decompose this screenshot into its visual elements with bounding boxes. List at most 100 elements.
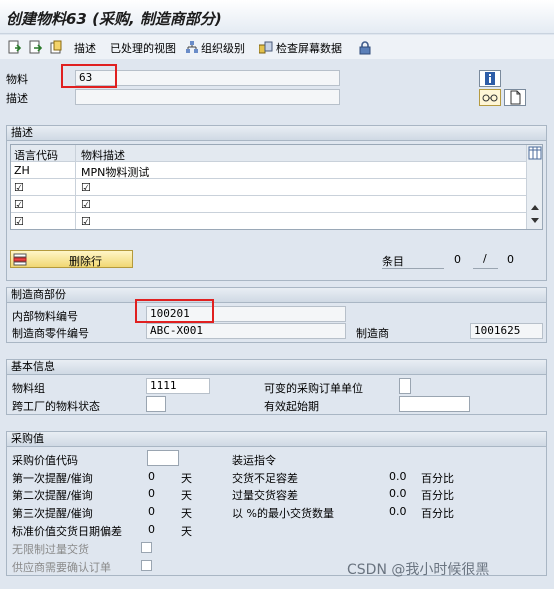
row-language[interactable]: ☑ — [14, 181, 24, 194]
column-header-language[interactable]: 语言代码 — [14, 147, 58, 163]
additional-data-icon[interactable] — [49, 39, 66, 56]
std-deviation-value[interactable]: 0 — [148, 523, 155, 536]
glasses-button[interactable] — [479, 89, 501, 106]
check-data-icon — [259, 41, 273, 54]
material-group-label: 物料组 — [12, 382, 45, 395]
manufacturer-label: 制造商 — [356, 327, 389, 340]
overdelivery-value[interactable]: 0.0 — [389, 487, 407, 500]
reminder2-unit: 天 — [181, 489, 192, 502]
unlimited-overdelivery-label: 无限制过量交货 — [12, 543, 89, 556]
row-description[interactable]: ☑ — [81, 198, 91, 211]
reminder3-value[interactable]: 0 — [148, 505, 155, 518]
underdelivery-unit: 百分比 — [421, 472, 454, 485]
variable-po-unit-label: 可变的采购订单单位 — [264, 382, 363, 395]
ack-required-label: 供应商需要确认订单 — [12, 561, 111, 574]
overdelivery-unit: 百分比 — [421, 489, 454, 502]
description-group: 描述 语言代码 物料描述 ZH MPN物料测试 ☑ ☑ ☑ ☑ ☑ ☑ 删除行 … — [6, 125, 547, 281]
table-row[interactable]: ZH MPN物料测试 — [11, 162, 526, 179]
entry-total: 0 — [507, 253, 514, 266]
org-levels-icon — [186, 41, 198, 53]
scroll-up-icon[interactable] — [530, 203, 540, 211]
reminder2-value[interactable]: 0 — [148, 487, 155, 500]
watermark: CSDN @我小时候很黑 — [347, 562, 490, 578]
description-group-title: 描述 — [7, 126, 546, 141]
internal-material-no-label: 内部物料编号 — [12, 310, 78, 323]
reminder1-unit: 天 — [181, 472, 192, 485]
lock-icon[interactable] — [359, 39, 374, 56]
document-button[interactable] — [504, 89, 526, 106]
std-deviation-label: 标准价值交货日期偏差 — [12, 525, 122, 538]
title-bar: 创建物料63 (采购, 制造商部分) — [0, 0, 554, 34]
check-screen-data-button[interactable]: 检查屏幕数据 — [259, 39, 342, 56]
row-description[interactable]: ☑ — [81, 215, 91, 228]
basic-info-group: 基本信息 物料组 1111 可变的采购订单单位 跨工厂的物料状态 有效起始期 — [6, 359, 547, 415]
cross-plant-status-field[interactable] — [146, 396, 166, 412]
entries-underline — [382, 268, 444, 269]
description-label: 描述 — [6, 92, 28, 105]
reminder1-value[interactable]: 0 — [148, 470, 155, 483]
processed-views-button[interactable]: 已处理的视图 — [110, 39, 176, 56]
table-row[interactable]: ☑ ☑ — [11, 196, 526, 213]
entry-separator: / — [483, 252, 487, 265]
underdelivery-value[interactable]: 0.0 — [389, 470, 407, 483]
entry-separator-line — [473, 268, 498, 269]
table-header-row: 语言代码 物料描述 — [11, 145, 542, 162]
row-language[interactable]: ☑ — [14, 215, 24, 228]
manufacturer-group-title: 制造商部份 — [7, 288, 546, 303]
underdelivery-label: 交货不足容差 — [232, 472, 298, 485]
row-description[interactable]: MPN物料测试 — [81, 164, 149, 180]
highlight-box — [135, 299, 214, 323]
row-description[interactable]: ☑ — [81, 181, 91, 194]
entries-label: 条目 — [382, 255, 404, 268]
column-header-material-desc[interactable]: 物料描述 — [81, 147, 125, 163]
cross-plant-status-label: 跨工厂的物料状态 — [12, 400, 100, 413]
info-button[interactable] — [479, 70, 501, 87]
unlimited-overdelivery-checkbox[interactable] — [141, 542, 152, 553]
column-divider — [75, 145, 76, 229]
purchasing-values-group-title: 采购值 — [7, 432, 546, 447]
processed-views-label: 已处理的视图 — [110, 41, 176, 55]
entry-current: 0 — [454, 253, 461, 266]
delete-row-label: 删除行 — [69, 255, 102, 268]
min-delivery-value[interactable]: 0.0 — [389, 505, 407, 518]
scroll-down-icon[interactable] — [530, 217, 540, 225]
variable-po-unit-field[interactable] — [399, 378, 411, 394]
reminder1-label: 第一次提醒/催询 — [12, 472, 93, 485]
overdelivery-label: 过量交货容差 — [232, 489, 298, 502]
min-delivery-label: 以 %的最小交货数量 — [232, 507, 334, 520]
reminder3-unit: 天 — [181, 507, 192, 520]
manufacturer-field[interactable]: 1001625 — [470, 323, 543, 339]
basic-info-group-title: 基本信息 — [7, 360, 546, 375]
reminder2-label: 第二次提醒/催询 — [12, 489, 93, 502]
description-table: 语言代码 物料描述 ZH MPN物料测试 ☑ ☑ ☑ ☑ ☑ ☑ — [10, 144, 543, 230]
delete-row-button[interactable]: 删除行 — [10, 250, 133, 268]
delete-row-icon — [13, 253, 27, 266]
table-settings-icon[interactable] — [528, 146, 542, 160]
shipping-instructions-label: 装运指令 — [232, 454, 276, 467]
mfr-part-no-field[interactable]: ABC-X001 — [146, 323, 346, 339]
valid-from-field[interactable] — [399, 396, 470, 412]
ack-required-checkbox[interactable] — [141, 560, 152, 571]
table-row[interactable]: ☑ ☑ — [11, 179, 526, 196]
purch-value-key-field[interactable] — [147, 450, 179, 466]
row-language[interactable]: ZH — [14, 164, 30, 177]
org-levels-label: 组织级别 — [201, 41, 245, 55]
description-field[interactable] — [75, 89, 340, 105]
std-deviation-unit: 天 — [181, 525, 192, 538]
describe-label: 描述 — [74, 41, 96, 55]
prev-screen-icon[interactable] — [8, 39, 25, 56]
next-screen-icon[interactable] — [29, 39, 46, 56]
org-levels-button[interactable]: 组织级别 — [186, 39, 245, 56]
document-icon — [510, 90, 521, 105]
mfr-part-no-label: 制造商零件编号 — [12, 327, 89, 340]
table-row[interactable]: ☑ ☑ — [11, 213, 526, 230]
material-group-field[interactable]: 1111 — [146, 378, 210, 394]
check-screen-data-label: 检查屏幕数据 — [276, 41, 342, 55]
manufacturer-group: 制造商部份 内部物料编号 100201 制造商零件编号 ABC-X001 制造商… — [6, 287, 547, 343]
describe-button[interactable]: 描述 — [74, 39, 96, 56]
table-scrollbar[interactable] — [526, 145, 542, 229]
valid-from-label: 有效起始期 — [264, 400, 319, 413]
highlight-box — [61, 64, 117, 88]
window-title: 创建物料63 (采购, 制造商部分) — [6, 10, 222, 28]
row-language[interactable]: ☑ — [14, 198, 24, 211]
